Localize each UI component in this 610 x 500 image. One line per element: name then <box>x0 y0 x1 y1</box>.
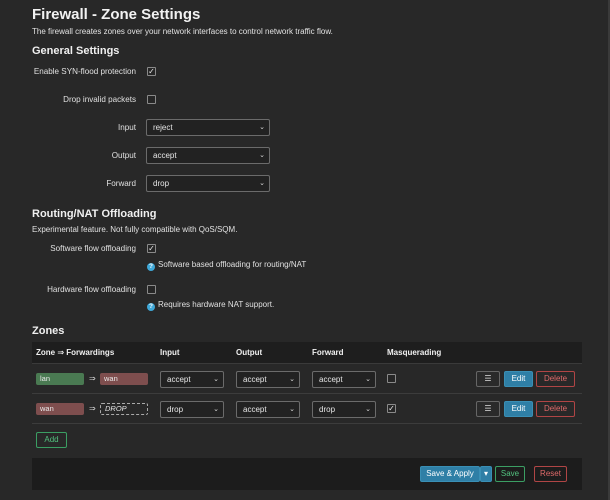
chevron-down-icon: ⌄ <box>365 376 371 383</box>
zones-heading: Zones <box>32 325 65 337</box>
zone-output-value: accept <box>243 375 267 384</box>
zone-input-select[interactable]: accept ⌄ <box>160 371 224 388</box>
help-icon: ? <box>147 263 155 271</box>
offloading-description: Experimental feature. Not fully compatib… <box>32 225 238 234</box>
software-offloading-hint-text: Software based offloading for routing/NA… <box>158 260 307 269</box>
masquerading-checkbox[interactable]: ✓ <box>387 404 396 413</box>
software-offloading-checkbox[interactable]: ✓ <box>147 244 156 253</box>
forward-policy-label: Forward <box>106 179 136 188</box>
zone-forward-value: accept <box>319 375 343 384</box>
zone-output-select[interactable]: accept ⌄ <box>236 371 300 388</box>
reset-button[interactable]: Reset <box>534 466 567 482</box>
delete-button[interactable]: Delete <box>536 401 575 417</box>
row-menu-button[interactable]: ☰ <box>476 401 500 417</box>
syn-flood-checkbox[interactable]: ✓ <box>147 67 156 76</box>
chevron-down-icon: ⌄ <box>289 406 295 413</box>
forward-policy-select[interactable]: drop ⌄ <box>146 175 270 192</box>
zone-input-value: accept <box>167 375 191 384</box>
col-input: Input <box>160 348 180 357</box>
input-policy-value: reject <box>153 123 173 132</box>
chevron-down-icon: ⌄ <box>365 406 371 413</box>
output-policy-select[interactable]: accept ⌄ <box>146 147 270 164</box>
hardware-offloading-label: Hardware flow offloading <box>47 285 136 294</box>
chevron-down-icon: ⌄ <box>259 124 265 131</box>
software-offloading-label: Software flow offloading <box>50 244 136 253</box>
zones-table-header: Zone ⇒ Forwardings Input Output Forward … <box>32 342 582 364</box>
zone-badge-lan: lan <box>36 373 84 385</box>
masquerading-checkbox[interactable] <box>387 374 396 383</box>
save-button[interactable]: Save <box>495 466 525 482</box>
chevron-down-icon: ⌄ <box>259 152 265 159</box>
syn-flood-label: Enable SYN-flood protection <box>33 67 136 76</box>
zone-input-select[interactable]: drop ⌄ <box>160 401 224 418</box>
zone-forward-select[interactable]: accept ⌄ <box>312 371 376 388</box>
page-description: The firewall creates zones over your net… <box>32 27 333 36</box>
zone-badge-wan: wan <box>36 403 84 415</box>
software-offloading-hint: ? Software based offloading for routing/N… <box>147 260 306 271</box>
check-icon: ✓ <box>148 67 155 76</box>
check-icon: ✓ <box>148 244 155 253</box>
zone-output-select[interactable]: accept ⌄ <box>236 401 300 418</box>
table-row: wan ⇒ DROP drop ⌄ accept ⌄ drop ⌄ ✓ ☰ Edit … <box>32 394 582 424</box>
chevron-down-icon: ⌄ <box>259 180 265 187</box>
output-policy-label: Output <box>111 151 136 160</box>
input-policy-label: Input <box>117 123 136 132</box>
general-settings-heading: General Settings <box>32 45 120 57</box>
hardware-offloading-hint: ? Requires hardware NAT support. <box>147 300 274 311</box>
add-zone-button[interactable]: Add <box>36 432 67 448</box>
save-apply-button[interactable]: Save & Apply <box>420 466 480 482</box>
input-policy-select[interactable]: reject ⌄ <box>146 119 270 136</box>
hardware-offloading-hint-text: Requires hardware NAT support. <box>158 300 275 309</box>
zone-output-value: accept <box>243 405 267 414</box>
check-icon: ✓ <box>388 404 395 413</box>
help-icon: ? <box>147 303 155 311</box>
forward-target-wan: wan <box>100 373 148 385</box>
col-masquerading: Masquerading <box>387 348 442 357</box>
chevron-down-icon: ▾ <box>483 469 488 478</box>
col-zone-forwardings: Zone ⇒ Forwardings <box>36 348 115 357</box>
col-output: Output <box>236 348 263 357</box>
hamburger-icon: ☰ <box>484 374 492 383</box>
col-forward: Forward <box>312 348 344 357</box>
hamburger-icon: ☰ <box>484 404 492 413</box>
forward-policy-value: drop <box>153 179 170 188</box>
offloading-heading: Routing/NAT Offloading <box>32 208 157 220</box>
zone-input-value: drop <box>167 405 184 414</box>
page-title: Firewall - Zone Settings <box>32 6 201 23</box>
drop-invalid-checkbox[interactable] <box>147 95 156 104</box>
zone-forward-value: drop <box>319 405 336 414</box>
chevron-down-icon: ⌄ <box>213 406 219 413</box>
forward-target-drop: DROP <box>100 403 148 415</box>
chevron-down-icon: ⌄ <box>289 376 295 383</box>
save-apply-dropdown-button[interactable]: ▾ <box>480 466 492 482</box>
drop-invalid-label: Drop invalid packets <box>63 95 136 104</box>
delete-button[interactable]: Delete <box>536 371 575 387</box>
zone-forward-select[interactable]: drop ⌄ <box>312 401 376 418</box>
output-policy-value: accept <box>153 151 177 160</box>
chevron-down-icon: ⌄ <box>213 376 219 383</box>
table-row: lan ⇒ wan accept ⌄ accept ⌄ accept ⌄ ☰ Edit… <box>32 364 582 394</box>
footer-bar: Save & Apply ▾ Save Reset <box>32 458 582 490</box>
row-menu-button[interactable]: ☰ <box>476 371 500 387</box>
forward-arrow-icon: ⇒ <box>89 404 96 413</box>
edit-button[interactable]: Edit <box>504 371 533 387</box>
edit-button[interactable]: Edit <box>504 401 533 417</box>
forward-arrow-icon: ⇒ <box>89 374 96 383</box>
hardware-offloading-checkbox[interactable] <box>147 285 156 294</box>
